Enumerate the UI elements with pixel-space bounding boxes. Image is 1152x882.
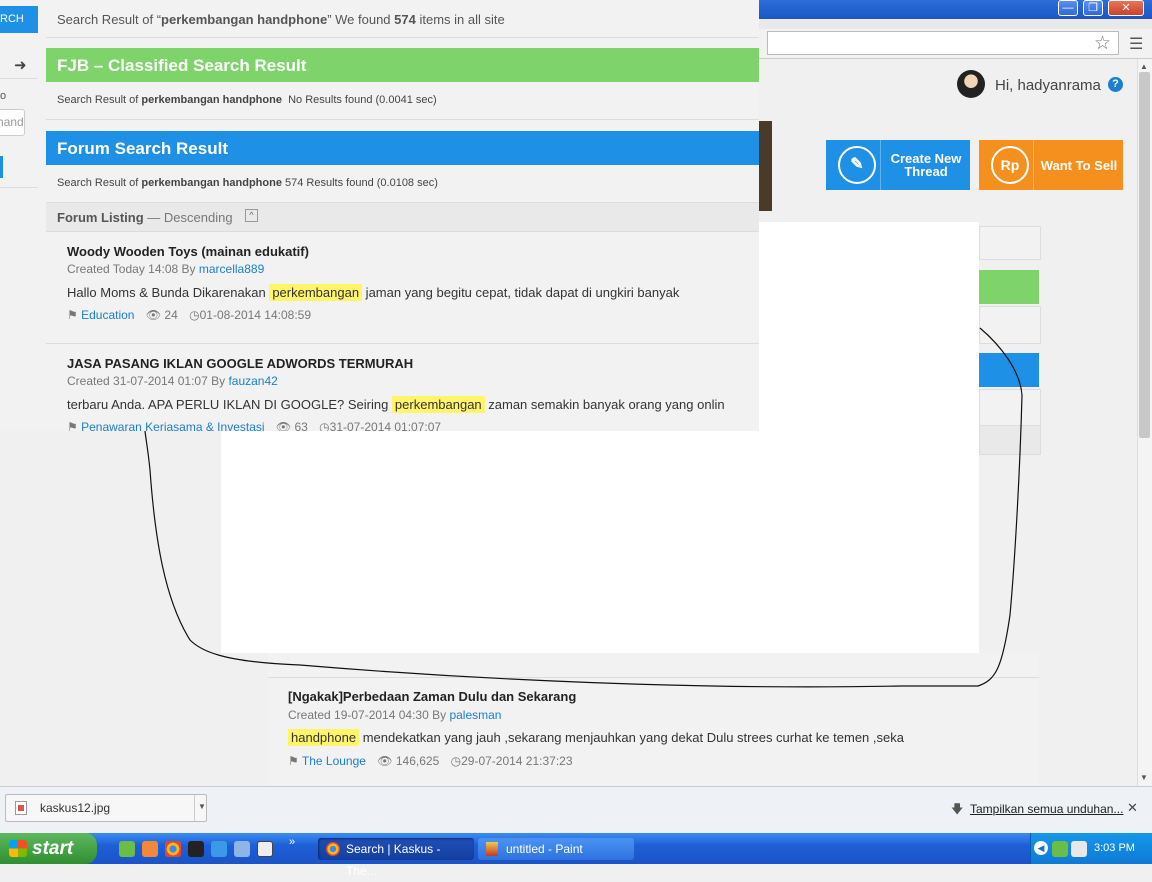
forum-result-suffix: 574 Results found (0.0108 sec) [285,177,438,189]
summary-query: perkembangan handphone [161,12,328,27]
forum-title: Forum Search Result [57,139,228,158]
snippet-after: zaman semakin banyak orang yang onlin [484,397,725,412]
download-item[interactable]: kaskus12.jpg ▼ [5,794,207,822]
sidebar-button-partial[interactable] [0,156,3,178]
divider [0,187,38,188]
start-label: start [32,838,74,859]
fjb-result-row: Search Result of perkembangan handphone … [46,82,759,120]
category-link[interactable]: Penawaran Kerjasama & Investasi [81,420,264,431]
quicklaunch-icon-7[interactable] [257,841,273,857]
highlight: perkembangan [391,396,485,413]
thread-meta: Created Today 14:08 By marcella889 [67,262,264,276]
snippet-after: jaman yang begitu cepat, tidak dapat di … [362,285,680,300]
chevron-double-right-icon[interactable]: » [289,836,295,848]
divider [194,795,195,821]
divider [0,78,38,79]
fjb-query: perkembangan handphone [141,94,282,106]
tray-icon-1[interactable] [1052,841,1068,857]
chevron-up-icon[interactable]: ^ [245,209,258,222]
thread-title[interactable]: JASA PASANG IKLAN GOOGLE ADWORDS TERMURA… [67,356,413,371]
sidebar-input-partial[interactable]: hand [0,109,25,136]
quicklaunch-icon-1[interactable] [119,841,135,857]
scroll-up-icon[interactable]: ▲ [1140,62,1148,71]
sidebar-label-partial: o [0,90,7,102]
list-item[interactable]: Woody Wooden Toys (mainan edukatif) Crea… [46,232,759,344]
scroll-down-icon[interactable]: ▼ [1140,773,1148,782]
quicklaunch-icon-4[interactable] [188,841,204,857]
thread-meta: Created 31-07-2014 01:07 By fauzan42 [67,374,278,388]
thread-date: 01-08-2014 14:08:59 [199,308,312,322]
chrome-icon[interactable] [165,841,181,857]
clock-icon: ◷ [319,420,330,431]
eye-icon: 👁 [275,420,292,431]
snippet-before: Hallo Moms & Bunda Dikarenakan [67,285,270,300]
task-label: untitled - Paint [506,842,583,856]
thread-title[interactable]: Woody Wooden Toys (mainan edukatif) [67,244,309,259]
tray-icon-2[interactable] [1071,841,1087,857]
tag-icon: ⚑ [67,308,78,322]
thread-stats: ⚑ Penawaran Kerjasama & Investasi 👁 63 ◷… [67,420,441,431]
forum-query: perkembangan handphone [141,177,282,189]
author-link[interactable]: marcella889 [199,262,264,276]
thread-stats: ⚑ Education 👁 24 ◷01-08-2014 14:08:59 [67,308,311,322]
download-arrow-icon: 🡇 [951,802,964,816]
summary-prefix: Search Result of “ [57,12,162,27]
category-link[interactable]: Education [81,308,134,322]
highlight: perkembangan [269,284,363,301]
forum-listing-label: Forum Listing — Descending [57,210,233,225]
chevron-down-icon[interactable]: ▼ [198,802,206,811]
clock: 3:03 PM [1094,842,1135,854]
listing-label: Forum Listing [57,210,144,225]
chrome-icon [326,842,340,856]
start-button[interactable]: start [0,833,97,864]
list-item[interactable]: JASA PASANG IKLAN GOOGLE ADWORDS TERMURA… [46,344,759,431]
download-filename: kaskus12.jpg [40,801,111,815]
ie-icon[interactable] [211,841,227,857]
fjb-header: FJB – Classified Search Result [46,48,759,82]
clock-icon: ◷ [189,308,200,322]
fjb-result-suffix: No Results found (0.0041 sec) [288,94,437,106]
fjb-title: FJB – Classified Search Result [57,56,307,75]
fjb-result-prefix: Search Result of [57,94,142,106]
forum-header: Forum Search Result [46,131,759,165]
forum-result-text: Search Result of perkembangan handphone … [57,177,438,189]
thread-snippet: terbaru Anda. APA PERLU IKLAN DI GOOGLE?… [67,396,725,413]
taskbar-item-paint[interactable]: untitled - Paint [478,838,634,860]
created-label: Created Today 14:08 By [67,262,199,276]
eye-icon: 👁 [145,308,162,322]
paint-icon [486,842,498,856]
summary-suffix: items in all site [415,12,505,27]
search-button-partial[interactable]: RCH [0,6,38,33]
thread-date: 31-07-2014 01:07:07 [329,420,442,431]
show-all-downloads-link[interactable]: Tampilkan semua unduhan... [970,802,1123,816]
chevron-left-icon[interactable]: ◀ [1034,841,1048,855]
summary-count: 574 [394,12,416,27]
windows-logo-icon [9,840,27,857]
created-label: Created 31-07-2014 01:07 By [67,374,229,388]
thread-snippet: Hallo Moms & Bunda Dikarenakan perkemban… [67,284,680,301]
close-icon[interactable]: ✕ [1127,800,1138,816]
quicklaunch-icon-6[interactable] [234,841,250,857]
arrow-right-icon[interactable]: ➜ [14,56,27,74]
fjb-result-text: Search Result of perkembangan handphone … [57,94,437,106]
summary-text: Search Result of “perkembangan handphone… [57,12,505,27]
tag-icon: ⚑ [67,420,78,431]
summary-mid: ” We found [327,12,395,27]
taskbar-item-chrome[interactable]: Search | Kaskus - The... [318,838,474,878]
search-result-panel: RCH ➜ o hand Search Result of “perkemban… [0,0,759,431]
search-summary: Search Result of “perkembangan handphone… [46,0,759,38]
forum-result-row: Search Result of perkembangan handphone … [46,165,759,203]
forum-result-prefix: Search Result of [57,177,142,189]
quicklaunch-icon-2[interactable] [142,841,158,857]
scrollbar-thumb[interactable] [1139,72,1150,438]
view-count: 24 [164,308,178,322]
listing-order: — Descending [147,210,233,225]
snippet-before: terbaru Anda. APA PERLU IKLAN DI GOOGLE?… [67,397,392,412]
view-count: 63 [294,420,308,431]
forum-listing-bar: Forum Listing — Descending ^ [46,203,759,232]
file-icon [15,801,27,815]
author-link[interactable]: fauzan42 [228,374,277,388]
